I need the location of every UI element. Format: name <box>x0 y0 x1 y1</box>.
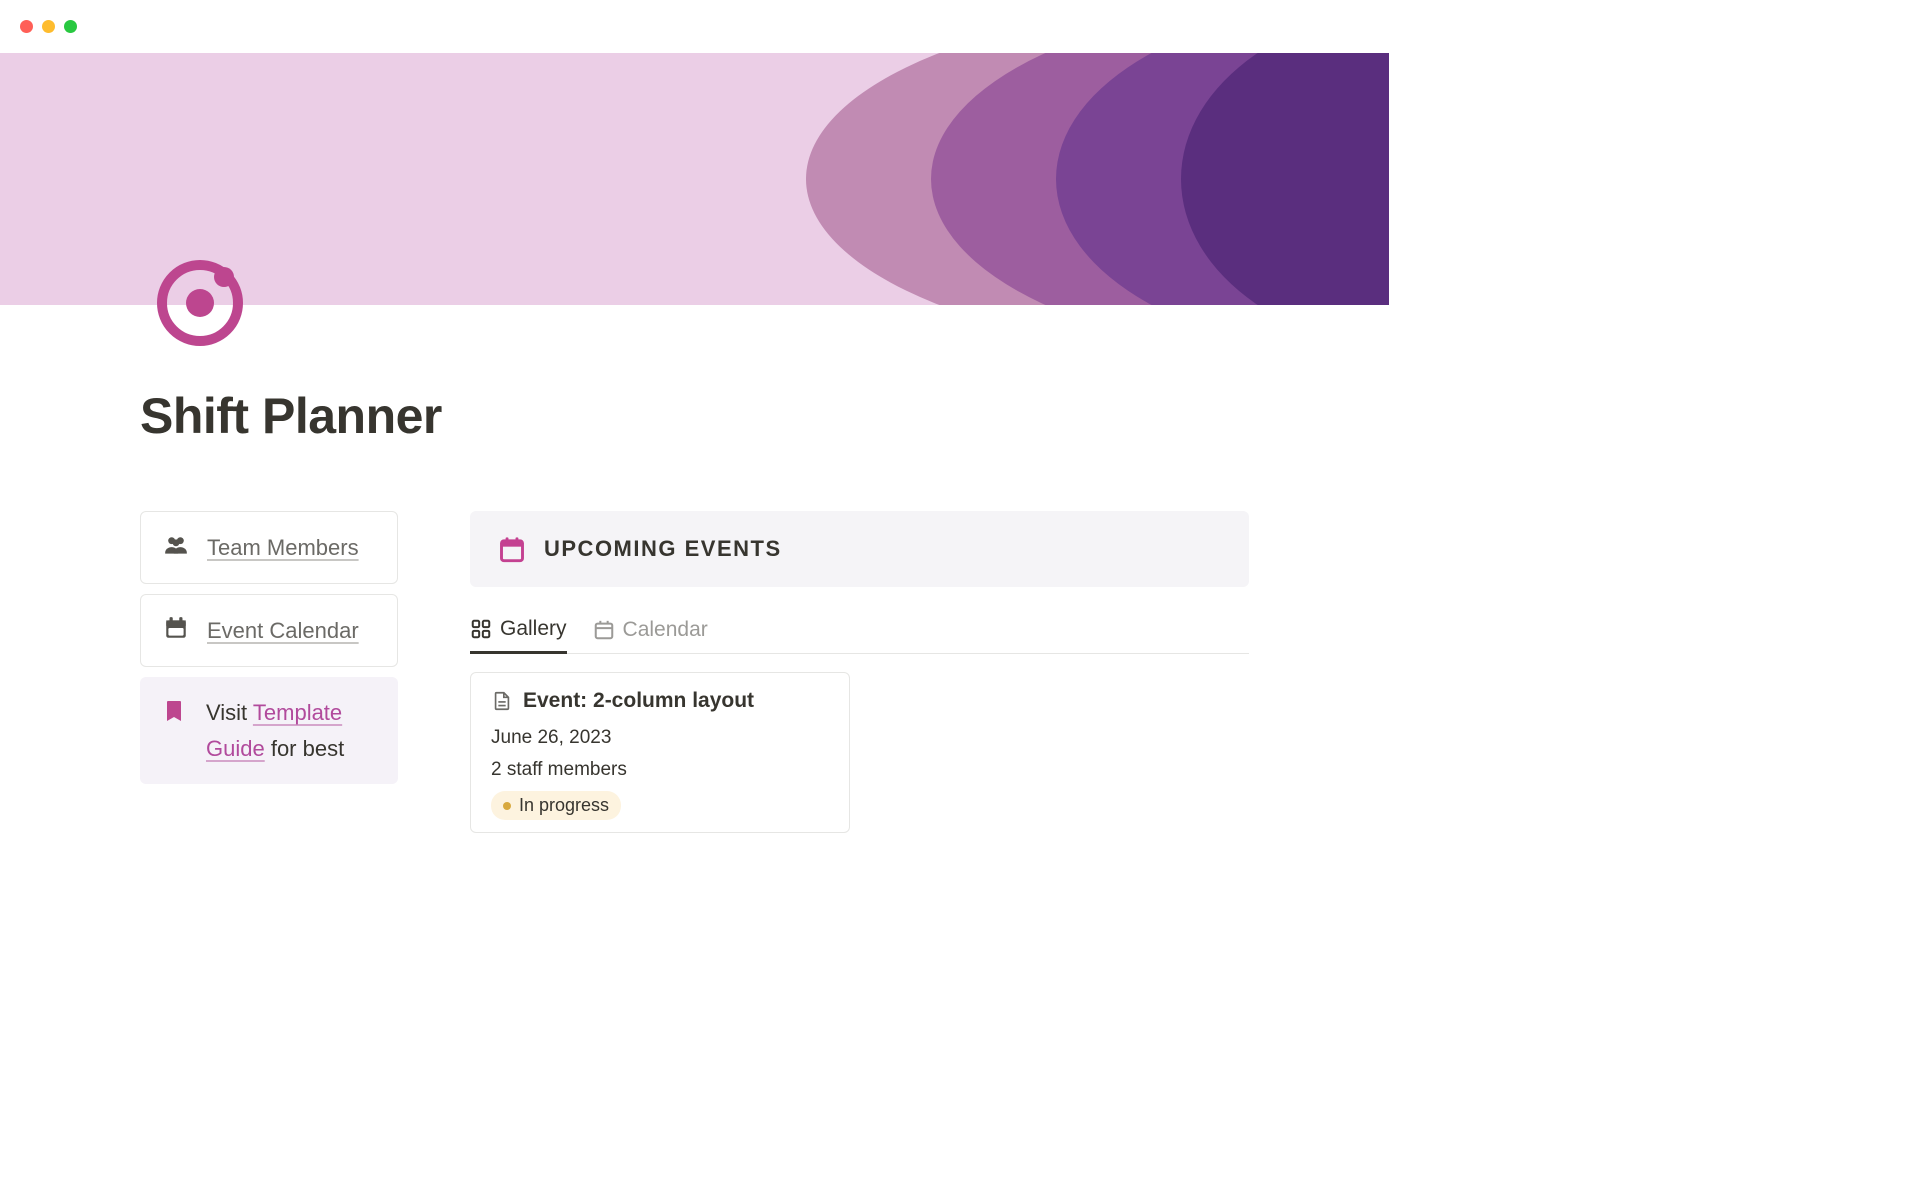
calendar-icon <box>498 535 526 563</box>
sidebar: Team Members Event Calendar <box>140 511 398 833</box>
status-dot-icon <box>503 802 511 810</box>
nav-event-calendar-label: Event Calendar <box>207 613 359 648</box>
status-badge: In progress <box>491 791 621 820</box>
nav-event-calendar[interactable]: Event Calendar <box>140 594 398 667</box>
tab-calendar-label: Calendar <box>623 618 708 642</box>
card-date: June 26, 2023 <box>491 727 829 749</box>
callout-prefix: Visit <box>206 700 253 725</box>
template-guide-callout: Visit Template Guide for best <box>140 677 398 783</box>
page-icon[interactable] <box>156 259 244 347</box>
close-window-icon[interactable] <box>20 20 33 33</box>
upcoming-events-header: UPCOMING EVENTS <box>470 511 1249 587</box>
calendar-icon <box>163 615 189 641</box>
nav-team-members[interactable]: Team Members <box>140 511 398 584</box>
tab-gallery-label: Gallery <box>500 617 567 641</box>
window-titlebar <box>0 0 1389 53</box>
callout-suffix: for best <box>265 736 344 761</box>
tab-calendar[interactable]: Calendar <box>593 617 708 653</box>
tab-gallery[interactable]: Gallery <box>470 617 567 654</box>
page-title[interactable]: Shift Planner <box>140 387 1249 445</box>
people-icon <box>163 532 189 558</box>
view-tabs: Gallery Calendar <box>470 617 1249 654</box>
calendar-icon <box>593 619 615 641</box>
maximize-window-icon[interactable] <box>64 20 77 33</box>
gallery-icon <box>470 618 492 640</box>
nav-team-members-label: Team Members <box>207 530 359 565</box>
card-staff-count: 2 staff members <box>491 759 829 781</box>
minimize-window-icon[interactable] <box>42 20 55 33</box>
card-title: Event: 2-column layout <box>523 689 754 713</box>
section-title: UPCOMING EVENTS <box>544 536 782 562</box>
event-card[interactable]: Event: 2-column layout June 26, 2023 2 s… <box>470 672 850 833</box>
main-content: UPCOMING EVENTS Gallery <box>470 511 1249 833</box>
callout-text: Visit Template Guide for best <box>206 695 376 765</box>
bookmark-icon <box>162 699 188 725</box>
status-label: In progress <box>519 795 609 816</box>
page-icon <box>491 690 513 712</box>
